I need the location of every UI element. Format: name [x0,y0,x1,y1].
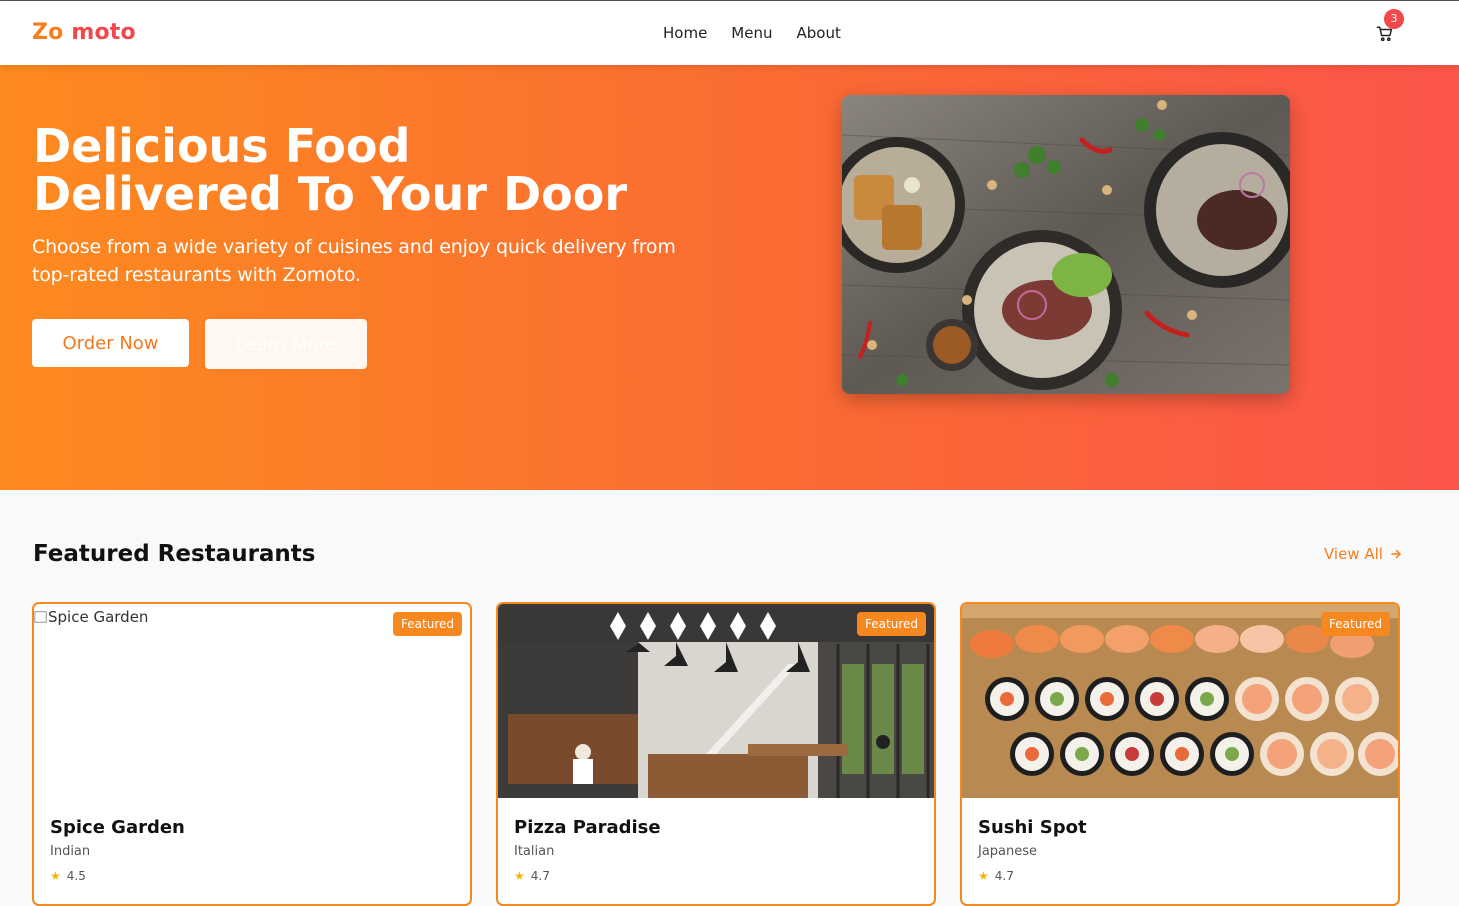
hero-food-image [842,95,1290,394]
restaurant-card[interactable]: Spice Garden Featured Spice Garden India… [32,602,472,906]
arrow-right-icon [1391,549,1401,559]
star-icon: ★ [50,869,61,883]
logo-part-1: Zo [32,20,64,45]
broken-image-icon [34,611,47,623]
nav-link-home[interactable]: Home [663,24,707,42]
nav-link-menu[interactable]: Menu [731,24,772,42]
broken-image-alt-text: Spice Garden [48,608,149,626]
featured-badge: Featured [1321,612,1390,636]
hero-title: Delicious Food Delivered To Your Door [33,122,793,218]
restaurant-rating: 4.7 [994,869,1014,883]
restaurant-card[interactable]: Featured Pizza Paradise Italian ★ 4.7 [496,602,936,906]
featured-title: Featured Restaurants [33,541,316,567]
view-all-label: View All [1324,545,1383,563]
restaurant-meta: ★ 4.7 [514,869,550,883]
restaurant-meta: ★ 4.5 [50,869,86,883]
logo[interactable]: Zo moto [32,20,136,45]
learn-more-button[interactable]: Learn More [205,319,367,369]
featured-badge: Featured [857,612,926,636]
broken-image-alt: Spice Garden [34,608,148,626]
featured-badge: Featured [393,612,462,636]
restaurant-rating: 4.7 [530,869,550,883]
restaurant-meta: ★ 4.7 [978,869,1014,883]
restaurant-cuisine: Japanese [978,844,1038,859]
hero-title-line-1: Delicious Food [33,119,411,173]
view-all-link[interactable]: View All [1324,545,1403,563]
restaurant-name: Sushi Spot [978,817,1087,838]
hero-food-illustration [842,95,1290,394]
restaurant-cuisine: Italian [514,844,555,859]
restaurant-name: Spice Garden [50,817,185,838]
navbar: Zo moto Home Menu About [0,1,1459,65]
restaurant-card[interactable]: Featured Sushi Spot Japanese ★ 4.7 [960,602,1400,906]
restaurant-rating: 4.5 [66,869,86,883]
nav-link-about[interactable]: About [796,24,840,42]
restaurant-name: Pizza Paradise [514,817,661,838]
cart-count-badge: 3 [1384,9,1404,29]
star-icon: ★ [514,869,525,883]
hero-subtitle: Choose from a wide variety of cuisines a… [32,236,676,286]
logo-part-2: moto [71,20,136,45]
hero-title-line-2: Delivered To Your Door [33,167,628,221]
nav-links: Home Menu About [663,24,841,42]
order-now-button[interactable]: Order Now [32,319,189,367]
star-icon: ★ [978,869,989,883]
restaurant-cuisine: Indian [50,844,91,859]
